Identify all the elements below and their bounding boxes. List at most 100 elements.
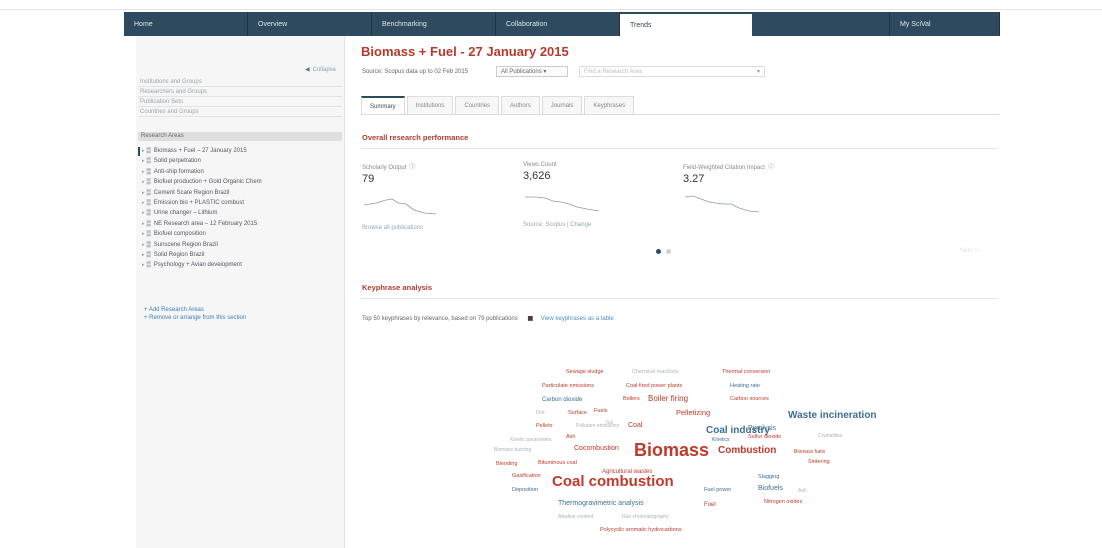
source-link[interactable]: Source: Scopus | Change: [523, 222, 643, 228]
expand-icon[interactable]: ▸: [142, 229, 145, 239]
bar-chart-icon[interactable]: ▦: [527, 316, 533, 322]
keyphrase-word[interactable]: Pelletizing: [676, 409, 710, 417]
keyphrase-word[interactable]: Heating rate: [730, 383, 760, 390]
tab-summary[interactable]: Summary: [361, 96, 405, 114]
keyphrase-word[interactable]: Nitrogen oxides: [764, 499, 802, 506]
tab-journals[interactable]: Journals: [541, 96, 583, 114]
keyphrase-word[interactable]: Pellets: [536, 423, 553, 430]
research-area-search[interactable]: Find a Research Area ▾: [579, 66, 765, 77]
info-icon[interactable]: ⓘ: [768, 165, 774, 171]
expand-icon[interactable]: ▸: [142, 177, 145, 187]
sidebar-link[interactable]: + Add Research Areas: [144, 306, 246, 314]
expand-icon[interactable]: ▸: [142, 219, 145, 229]
keyphrase-word[interactable]: Slagging: [758, 474, 779, 481]
research-area-item[interactable]: ▸ ▒ Biofuel production + Gold Organic Chem: [138, 177, 342, 187]
sidebar-menu-item[interactable]: Researchers and Groups: [138, 88, 342, 97]
keyphrase-word[interactable]: Ash: [566, 434, 575, 441]
keyphrase-word[interactable]: Sewage sludge: [566, 369, 604, 376]
nav-tab-6[interactable]: My SciVal: [890, 12, 1000, 36]
keyphrase-word[interactable]: Biofuels: [758, 485, 783, 492]
nav-tab-2[interactable]: Benchmarking: [372, 12, 496, 36]
publication-type-select[interactable]: All Publications ▾: [496, 66, 568, 77]
keyphrase-word[interactable]: Surface: [568, 410, 587, 417]
tab-keyphrases[interactable]: Keyphrases: [584, 96, 635, 114]
keyphrase-word[interactable]: Cocombustion: [574, 445, 619, 452]
carousel-next[interactable]: Next >: [960, 248, 978, 254]
keyphrase-word[interactable]: Pyrolysis: [748, 425, 776, 432]
expand-icon[interactable]: ▸: [142, 260, 145, 270]
keyphrase-word[interactable]: Carbon sources: [730, 396, 769, 403]
keyphrase-word[interactable]: Agricultural wastes: [602, 469, 652, 475]
keyphrase-word[interactable]: Thermogravimetric analysis: [558, 500, 644, 507]
keyphrase-word[interactable]: Sintering: [808, 459, 830, 466]
keyphrase-word[interactable]: Fuels: [594, 408, 607, 415]
nav-tab-0[interactable]: Home: [124, 12, 248, 36]
info-icon[interactable]: ⓘ: [409, 165, 415, 171]
keyphrase-word[interactable]: Waste incineration: [788, 411, 877, 421]
sidebar-menu-item[interactable]: Countries and Groups: [138, 108, 342, 117]
research-area-item[interactable]: ▸ ▒ Urine changer – Lithium: [138, 208, 342, 218]
keyphrase-word[interactable]: Boiler firing: [648, 395, 688, 403]
keyphrase-word[interactable]: Gasification: [512, 473, 541, 480]
keyphrase-word[interactable]: Ash: [798, 489, 807, 494]
keyphrase-word[interactable]: Fuel: [704, 502, 716, 508]
sidebar-menu-item[interactable]: Publication Sets: [138, 98, 342, 107]
keyphrase-word[interactable]: Kinetic parameters: [510, 438, 552, 443]
tab-countries[interactable]: Countries: [455, 96, 500, 114]
research-area-item[interactable]: ▸ ▒ Cement Scare Region Brazil: [138, 188, 342, 198]
carousel-dot[interactable]: [666, 249, 671, 254]
keyphrase-word[interactable]: Biomass fuels: [794, 450, 825, 455]
keyphrase-word[interactable]: Crystallites: [818, 434, 842, 439]
keyphrase-word[interactable]: Fuel power: [704, 487, 731, 494]
expand-icon[interactable]: ▸: [142, 240, 145, 250]
research-area-item[interactable]: ▸ ▒ Anti-ship formation: [138, 167, 342, 177]
tab-institutions[interactable]: Institutions: [406, 96, 454, 114]
tab-authors[interactable]: Authors: [501, 96, 540, 114]
keyphrase-word[interactable]: Polycyclic aromatic hydrocarbons: [600, 527, 682, 534]
research-area-item[interactable]: ▸ ▒ Emission bio + PLASTIC combust: [138, 198, 342, 208]
research-area-item[interactable]: ▸ ▒ Solid Region Brazil: [138, 250, 342, 260]
keyphrase-word[interactable]: Kinetics: [712, 438, 730, 443]
sidebar-menu-item[interactable]: Institutions and Groups: [138, 78, 342, 87]
keyphrase-word[interactable]: Sol: [606, 421, 613, 426]
research-area-item[interactable]: ▸ ▒ Solid perpetration: [138, 156, 342, 166]
keyphrase-word[interactable]: Chemical reactions: [632, 369, 679, 376]
keyphrase-word[interactable]: Blending: [496, 461, 517, 468]
research-area-item[interactable]: ▸ ▒ NE Research area – 12 February 2015: [138, 219, 342, 229]
nav-tab-3[interactable]: Collaboration: [496, 12, 620, 36]
view-table-link[interactable]: View keyphrases as a table: [541, 316, 614, 322]
browse-publications-link[interactable]: Browse all publications: [362, 225, 482, 231]
keyphrase-word[interactable]: Combustion: [718, 446, 776, 456]
keyphrase-word[interactable]: Carbon dioxide: [542, 397, 582, 403]
keyphrase-word[interactable]: Biomass burning: [494, 448, 531, 453]
nav-tab-5[interactable]: [752, 12, 890, 36]
keyphrase-word[interactable]: Coal: [628, 422, 642, 429]
nav-tab-1[interactable]: Overview: [248, 12, 372, 36]
research-area-item[interactable]: ▸ ▒ Biomass + Fuel – 27 January 2015: [138, 146, 342, 157]
nav-tab-4[interactable]: Trends: [620, 12, 752, 36]
keyphrase-word[interactable]: Particulate emissions: [542, 383, 594, 390]
keyphrase-word[interactable]: Deposition: [512, 487, 538, 494]
expand-icon[interactable]: ▸: [142, 156, 145, 166]
expand-icon[interactable]: ▸: [142, 188, 145, 198]
keyphrase-word[interactable]: Gas chromatography: [622, 515, 669, 520]
expand-icon[interactable]: ▸: [142, 146, 145, 156]
keyphrase-word[interactable]: Alkaline content: [558, 515, 593, 520]
keyphrase-word[interactable]: Coal fired power plants: [626, 383, 682, 390]
keyphrase-word[interactable]: Biomass: [634, 441, 709, 459]
sidebar-link[interactable]: + Remove or arrange from this section: [144, 314, 246, 322]
expand-icon[interactable]: ▸: [142, 208, 145, 218]
carousel-dot[interactable]: [656, 249, 661, 254]
research-area-item[interactable]: ▸ ▒ Biofuel composition: [138, 229, 342, 239]
keyphrase-word[interactable]: Sulfur dioxide: [748, 434, 781, 441]
keyphrase-word[interactable]: Thermal conversion: [722, 369, 770, 376]
keyphrase-word[interactable]: Coal combustion: [552, 474, 674, 489]
expand-icon[interactable]: ▸: [142, 167, 145, 177]
keyphrase-word[interactable]: Boilers: [623, 396, 640, 403]
research-area-item[interactable]: ▸ ▒ Sunscene Region Brazil: [138, 240, 342, 250]
keyphrase-word[interactable]: Fire: [536, 411, 545, 416]
research-area-item[interactable]: ▸ ▒ Psychology + Avian development: [138, 260, 342, 270]
expand-icon[interactable]: ▸: [142, 250, 145, 260]
expand-icon[interactable]: ▸: [142, 198, 145, 208]
keyphrase-word[interactable]: Bituminous coal: [538, 460, 577, 467]
